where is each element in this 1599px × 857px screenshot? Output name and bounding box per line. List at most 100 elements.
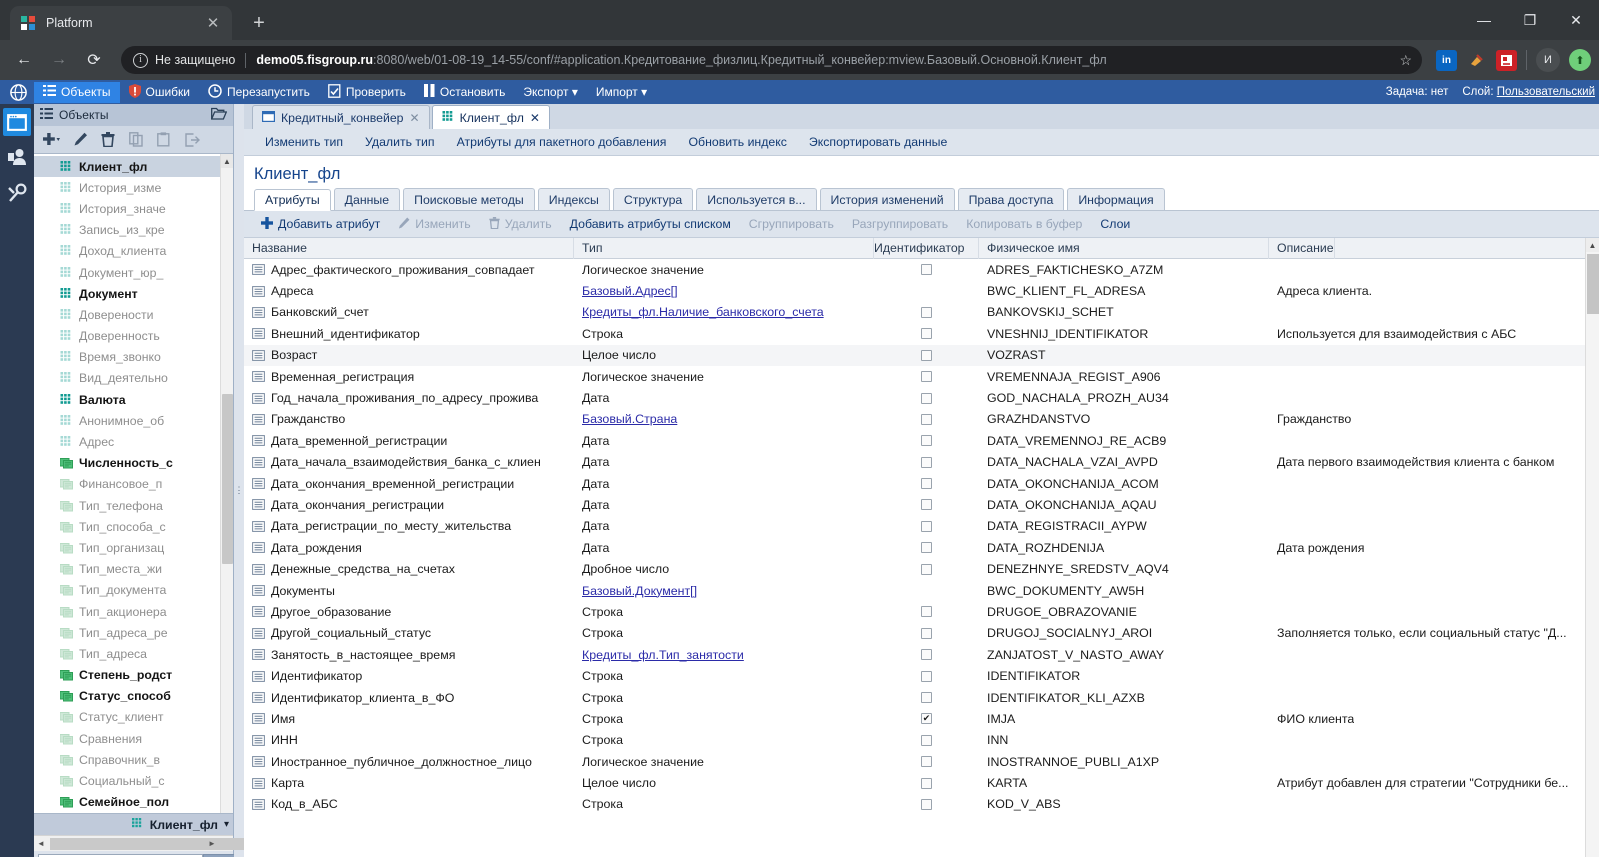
table-row[interactable]: Занятость_в_настоящее_время Кредиты_фл.Ти…: [244, 644, 1585, 665]
red-extension-icon[interactable]: [1496, 49, 1517, 71]
reload-button[interactable]: ⟳: [78, 44, 110, 76]
tree-item[interactable]: Справочник_в: [34, 749, 233, 770]
table-row[interactable]: Возраст Целое число VOZRAST: [244, 344, 1585, 366]
delete-object-button[interactable]: [95, 128, 121, 152]
identifier-checkbox[interactable]: [921, 392, 932, 404]
column-header-identifier[interactable]: Идентификатор: [874, 238, 979, 259]
paste-object-button[interactable]: [151, 128, 177, 152]
tree-item[interactable]: Семейное_пол: [34, 792, 233, 813]
tree-item[interactable]: Статус_способ: [34, 686, 233, 707]
edit-object-button[interactable]: [67, 128, 93, 152]
identifier-checkbox[interactable]: ✔: [921, 713, 932, 725]
table-row[interactable]: Денежные_средства_на_счетах Дробное число…: [244, 558, 1585, 579]
identifier-checkbox[interactable]: [921, 456, 932, 468]
objects-tree[interactable]: Клиент_фл История_изме История_значе Запись…: [34, 154, 233, 813]
detail-tab[interactable]: Поисковые методы: [403, 188, 535, 210]
window-maximize-button[interactable]: ❐: [1507, 4, 1553, 36]
table-row[interactable]: Дата_рождения Дата DATA_ROZHDENIJA Дата рож…: [244, 537, 1585, 558]
table-row[interactable]: Дата_временной_регистрации Дата DATA_VREME…: [244, 430, 1585, 451]
site-info-icon[interactable]: i: [133, 52, 148, 68]
type-link[interactable]: Кредиты_фл.Наличие_банковского_счета: [582, 305, 824, 319]
layer-value-link[interactable]: Пользовательский: [1497, 86, 1595, 98]
tree-horizontal-scrollbar[interactable]: ◄ ►: [34, 835, 270, 851]
tree-item[interactable]: Клиент_фл: [34, 156, 233, 178]
folder-open-icon[interactable]: [210, 107, 228, 123]
table-row[interactable]: Код_в_АБС Строка KOD_V_ABS: [244, 794, 1585, 815]
identifier-checkbox[interactable]: [921, 649, 932, 661]
attribute-action[interactable]: Разгруппировать: [843, 211, 957, 238]
type-link[interactable]: Базовый.Документ[]: [582, 584, 697, 598]
detail-tab[interactable]: Информация: [1067, 188, 1165, 210]
rail-item-tools[interactable]: [3, 178, 31, 206]
attribute-action[interactable]: Изменить: [389, 211, 479, 238]
table-row[interactable]: Идентификатор Строка IDENTIFIKATOR: [244, 665, 1585, 686]
identifier-checkbox[interactable]: [921, 520, 932, 532]
tree-item[interactable]: Вид_деятельно: [34, 368, 233, 389]
type-link[interactable]: Кредиты_фл.Тип_занятости: [582, 648, 744, 662]
identifier-checkbox[interactable]: [921, 627, 932, 639]
type-link[interactable]: Базовый.Страна: [582, 412, 677, 426]
table-row[interactable]: Имя Строка ✔ IMJA ФИО клиента: [244, 708, 1585, 729]
attribute-action[interactable]: Слои: [1091, 211, 1139, 238]
hscroll-left-icon[interactable]: ◄: [34, 839, 48, 848]
detail-tab[interactable]: История изменений: [819, 188, 955, 210]
tree-scrollbar[interactable]: ▲: [220, 154, 233, 813]
panel-splitter[interactable]: ⋮: [234, 104, 244, 857]
tree-item[interactable]: Доход_клиента: [34, 241, 233, 262]
document-tab-close-icon[interactable]: ✕: [410, 111, 420, 125]
tree-item[interactable]: Финансовое_п: [34, 474, 233, 495]
forward-button[interactable]: →: [43, 44, 75, 76]
table-row[interactable]: Год_начала_проживания_по_адресу_прожива Д…: [244, 387, 1585, 408]
table-row[interactable]: Адреса Базовый.Адрес[] BWC_KLIENT_FL_ADRES…: [244, 280, 1585, 301]
identifier-checkbox[interactable]: [921, 349, 932, 361]
table-row[interactable]: Карта Целое число KARTA Атрибут добавлен дл…: [244, 772, 1585, 793]
chevron-down-icon[interactable]: ▾: [224, 819, 229, 830]
attribute-action[interactable]: Копировать в буфер: [957, 211, 1091, 238]
identifier-checkbox[interactable]: [921, 692, 932, 703]
identifier-checkbox[interactable]: [921, 756, 932, 768]
profile-avatar[interactable]: И: [1536, 48, 1560, 72]
document-tab[interactable]: Кредитный_конвейер ✕: [252, 105, 430, 129]
table-row[interactable]: Другое_образование Строка DRUGOE_OBRAZOVAN…: [244, 601, 1585, 622]
bookmark-star-icon[interactable]: ☆: [1391, 52, 1412, 69]
table-row[interactable]: Иностранное_публичное_должностное_лицо Ло…: [244, 751, 1585, 772]
tree-item[interactable]: Тип_документа: [34, 580, 233, 601]
tree-item[interactable]: Запись_из_кре: [34, 220, 233, 241]
table-row[interactable]: Другой_социальный_статус Строка DRUGOJ_SOC…: [244, 623, 1585, 644]
window-minimize-button[interactable]: —: [1461, 4, 1507, 36]
table-row[interactable]: ИНН Строка INN: [244, 730, 1585, 751]
cell-type[interactable]: Базовый.Адрес[]: [574, 280, 874, 301]
menu-item-import[interactable]: Импорт ▾: [587, 82, 656, 103]
tree-item[interactable]: Тип_способа_с: [34, 516, 233, 537]
attribute-action[interactable]: Добавить атрибуты списком: [561, 211, 740, 238]
attribute-action[interactable]: Сгруппировать: [740, 211, 843, 238]
hscroll-thumb[interactable]: [50, 837, 270, 850]
table-row[interactable]: Временная_регистрация Логическое значение…: [244, 366, 1585, 387]
identifier-checkbox[interactable]: [921, 798, 932, 810]
table-row[interactable]: Дата_окончания_временной_регистрации Дата…: [244, 473, 1585, 494]
identifier-checkbox[interactable]: [921, 734, 932, 746]
table-row[interactable]: Банковский_счет Кредиты_фл.Наличие_банков…: [244, 302, 1585, 323]
tree-item[interactable]: Документ: [34, 283, 233, 304]
detail-tab[interactable]: Данные: [333, 188, 401, 210]
column-header-type[interactable]: Тип: [574, 238, 874, 259]
identifier-checkbox[interactable]: [921, 563, 932, 575]
attribute-action[interactable]: Удалить: [480, 211, 561, 238]
cell-type[interactable]: Кредиты_фл.Наличие_банковского_счета: [574, 302, 874, 323]
tree-item[interactable]: Социальный_с: [34, 770, 233, 791]
document-tab-close-icon[interactable]: ✕: [530, 111, 540, 125]
tree-item[interactable]: Адрес: [34, 431, 233, 452]
export-object-button[interactable]: [179, 128, 205, 152]
cell-type[interactable]: Кредиты_фл.Тип_занятости: [574, 644, 874, 665]
menu-item-check[interactable]: Проверить: [319, 82, 415, 103]
table-row[interactable]: Адрес_фактического_проживания_совпадает Л…: [244, 259, 1585, 280]
column-header-physical-name[interactable]: Физическое имя: [979, 238, 1269, 259]
tree-scroll-up-icon[interactable]: ▲: [221, 154, 233, 168]
tree-item[interactable]: Тип_адреса: [34, 643, 233, 664]
tree-item[interactable]: Время_звонко: [34, 347, 233, 368]
hscroll-right-icon[interactable]: ►: [205, 839, 219, 848]
address-bar[interactable]: i Не защищено demo05.fisgroup.ru :8080/w…: [121, 46, 1422, 74]
attribute-action[interactable]: Добавить атрибут: [252, 211, 389, 238]
tree-item[interactable]: Тип_акционера: [34, 601, 233, 622]
identifier-checkbox[interactable]: [921, 413, 932, 425]
